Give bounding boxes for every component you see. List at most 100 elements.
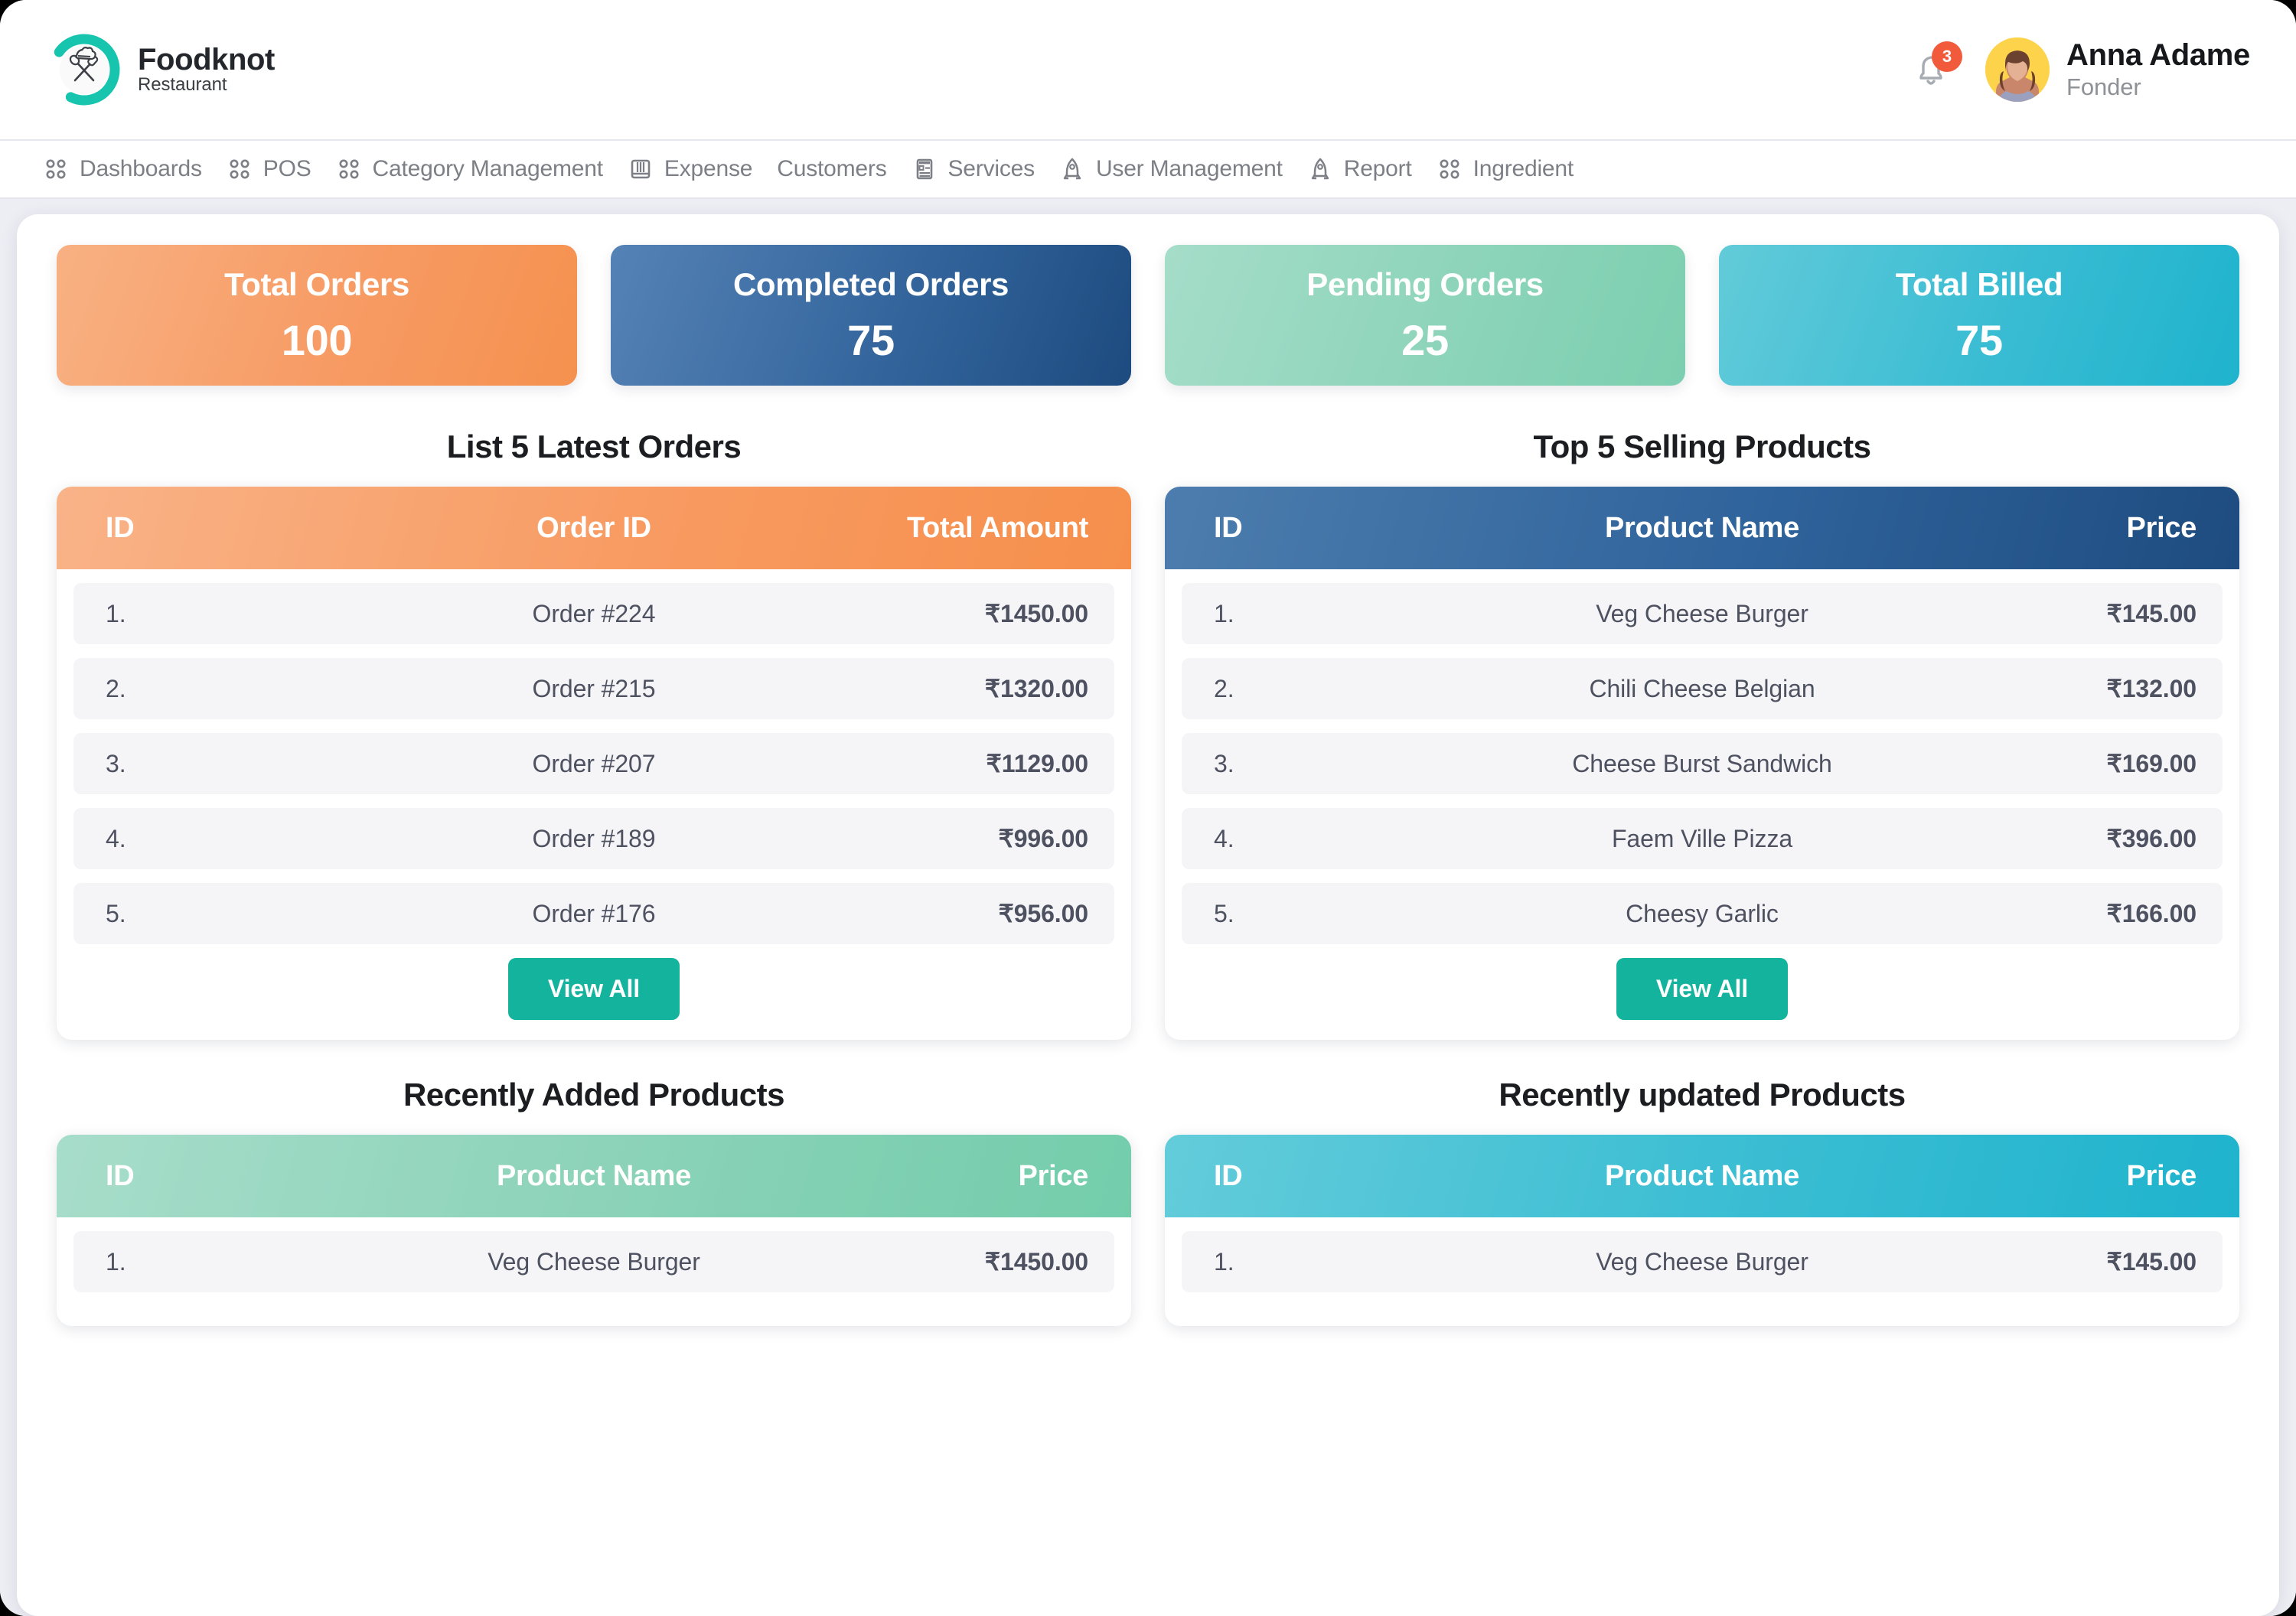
columns-layout-icon <box>628 156 654 182</box>
avatar <box>1985 37 2050 102</box>
table-row[interactable]: 2. Chili Cheese Belgian ₹132.00 <box>1182 658 2223 719</box>
nav-label: Dashboards <box>80 156 202 181</box>
cell-id: 2. <box>106 674 126 702</box>
nav-label: Category Management <box>372 156 604 181</box>
table-row[interactable]: 4. Order #189 ₹996.00 <box>73 808 1114 869</box>
cell-price: ₹132.00 <box>2106 675 2197 702</box>
column-header-amount: Total Amount <box>906 511 1088 544</box>
view-all-button-latest-orders[interactable]: View All <box>507 958 680 1020</box>
cell-id: 5. <box>106 899 126 927</box>
cell-order: Order #189 <box>532 824 656 852</box>
panel-title: Recently Added Products <box>403 1077 785 1113</box>
header-actions: 3 Anna Adame Fonder <box>1903 37 2250 102</box>
cell-product: Veg Cheese Burger <box>1596 599 1808 627</box>
cell-price: ₹1450.00 <box>984 1248 1088 1276</box>
column-header-product: Product Name <box>496 1159 691 1192</box>
stat-card-completed-orders[interactable]: Completed Orders 75 <box>611 245 1131 386</box>
table-row[interactable]: 2. Order #215 ₹1320.00 <box>73 658 1114 719</box>
stat-card-total-orders[interactable]: Total Orders 100 <box>57 245 577 386</box>
cell-price: ₹166.00 <box>2106 900 2197 927</box>
stat-cards: Total Orders 100 Completed Orders 75 Pen… <box>57 245 2239 386</box>
nav-item-ingredient[interactable]: Ingredient <box>1424 141 1586 197</box>
stat-label: Total Orders <box>224 266 409 302</box>
table-header: ID Product Name Price <box>1165 1135 2239 1217</box>
nav-label: POS <box>263 156 311 181</box>
column-header-id: ID <box>1214 1159 1243 1192</box>
nav-item-category-management[interactable]: Category Management <box>324 141 615 197</box>
nav-item-services[interactable]: Services <box>899 141 1047 197</box>
cell-order: Order #215 <box>532 674 656 702</box>
cell-price: ₹145.00 <box>2106 1248 2197 1276</box>
cell-order: Order #207 <box>532 749 656 777</box>
column-header-product: Product Name <box>1604 1159 1799 1192</box>
cell-amount: ₹1129.00 <box>986 750 1089 777</box>
user-role: Fonder <box>2066 73 2141 101</box>
panel-recently-added-products: Recently Added Products ID Product Name … <box>57 1077 1131 1326</box>
cell-order: Order #176 <box>532 899 656 927</box>
brand-logo[interactable]: Foodknot Restaurant <box>47 33 275 106</box>
nav-item-expense[interactable]: Expense <box>615 141 765 197</box>
nav-item-user-management[interactable]: User Management <box>1047 141 1295 197</box>
cell-amount: ₹1450.00 <box>984 600 1088 627</box>
brand-title: Foodknot <box>138 42 275 77</box>
table-body: 1. Order #224 ₹1450.00 2. Order #215 ₹13… <box>57 569 1131 1020</box>
table-body: 1. Veg Cheese Burger ₹145.00 <box>1165 1217 2239 1292</box>
stat-card-pending-orders[interactable]: Pending Orders 25 <box>1165 245 1685 386</box>
nav-item-customers[interactable]: Customers <box>765 141 899 197</box>
panel-title: List 5 Latest Orders <box>446 428 742 464</box>
table-row[interactable]: 5. Cheesy Garlic ₹166.00 <box>1182 883 2223 944</box>
brand-subtitle: Restaurant <box>138 74 227 96</box>
app-window: Foodknot Restaurant 3 Anna Adame Fonder … <box>0 0 2296 1616</box>
notifications-button[interactable]: 3 <box>1903 41 1962 98</box>
cell-product: Faem Ville Pizza <box>1611 824 1793 852</box>
grid-dots-icon <box>227 156 253 182</box>
table-row[interactable]: 1. Veg Cheese Burger ₹145.00 <box>1182 1231 2223 1292</box>
stat-card-total-billed[interactable]: Total Billed 75 <box>1719 245 2239 386</box>
table-row[interactable]: 5. Order #176 ₹956.00 <box>73 883 1114 944</box>
cell-id: 1. <box>1214 599 1234 627</box>
cell-id: 4. <box>106 824 126 852</box>
table-row[interactable]: 1. Veg Cheese Burger ₹145.00 <box>1182 583 2223 644</box>
panel-row-top: List 5 Latest Orders ID Order ID Total A… <box>57 428 2239 1040</box>
top-header-bar: Foodknot Restaurant 3 Anna Adame Fonder <box>0 0 2296 139</box>
grid-dots-icon <box>43 156 69 182</box>
view-all-button-top-selling[interactable]: View All <box>1616 958 1789 1020</box>
nav-label: Ingredient <box>1473 156 1574 181</box>
cell-price: ₹145.00 <box>2106 600 2197 627</box>
nav-item-report[interactable]: Report <box>1295 141 1424 197</box>
nav-item-dashboards[interactable]: Dashboards <box>31 141 214 197</box>
user-menu[interactable]: Anna Adame Fonder <box>1985 37 2250 102</box>
stat-label: Completed Orders <box>732 266 1009 302</box>
stat-value: 75 <box>1955 315 2003 364</box>
panel-title: Top 5 Selling Products <box>1533 428 1871 464</box>
stat-value: 100 <box>281 315 353 364</box>
user-name: Anna Adame <box>2066 38 2250 73</box>
stat-label: Pending Orders <box>1306 266 1544 302</box>
cell-id: 1. <box>106 1247 126 1276</box>
cell-amount: ₹956.00 <box>998 900 1088 927</box>
nav-label: Customers <box>777 156 887 181</box>
panel-row-bottom: Recently Added Products ID Product Name … <box>57 1077 2239 1326</box>
table-row[interactable]: 3. Order #207 ₹1129.00 <box>73 733 1114 794</box>
main-nav: Dashboards POS Category Management Expen… <box>0 139 2296 199</box>
panel-top-selling-products: Top 5 Selling Products ID Product Name P… <box>1165 428 2239 1040</box>
table-row[interactable]: 4. Faem Ville Pizza ₹396.00 <box>1182 808 2223 869</box>
rocket-icon <box>1059 156 1085 182</box>
table-body: 1. Veg Cheese Burger ₹1450.00 <box>57 1217 1131 1292</box>
rocket-icon <box>1307 156 1333 182</box>
stat-value: 25 <box>1401 315 1449 364</box>
table-row[interactable]: 1. Order #224 ₹1450.00 <box>73 583 1114 644</box>
stat-value: 75 <box>847 315 895 364</box>
nav-item-pos[interactable]: POS <box>214 141 324 197</box>
cell-product: Cheesy Garlic <box>1626 899 1779 927</box>
panel-latest-orders: List 5 Latest Orders ID Order ID Total A… <box>57 428 1131 1040</box>
table-row[interactable]: 1. Veg Cheese Burger ₹1450.00 <box>73 1231 1114 1292</box>
column-header-id: ID <box>106 1159 135 1192</box>
table-row[interactable]: 3. Cheese Burst Sandwich ₹169.00 <box>1182 733 2223 794</box>
cell-product: Veg Cheese Burger <box>488 1247 700 1276</box>
cell-id: 5. <box>1214 899 1234 927</box>
column-header-order: Order ID <box>536 511 651 544</box>
column-header-price: Price <box>2126 511 2197 544</box>
notification-badge: 3 <box>1931 41 1962 72</box>
cell-product: Chili Cheese Belgian <box>1589 674 1815 702</box>
